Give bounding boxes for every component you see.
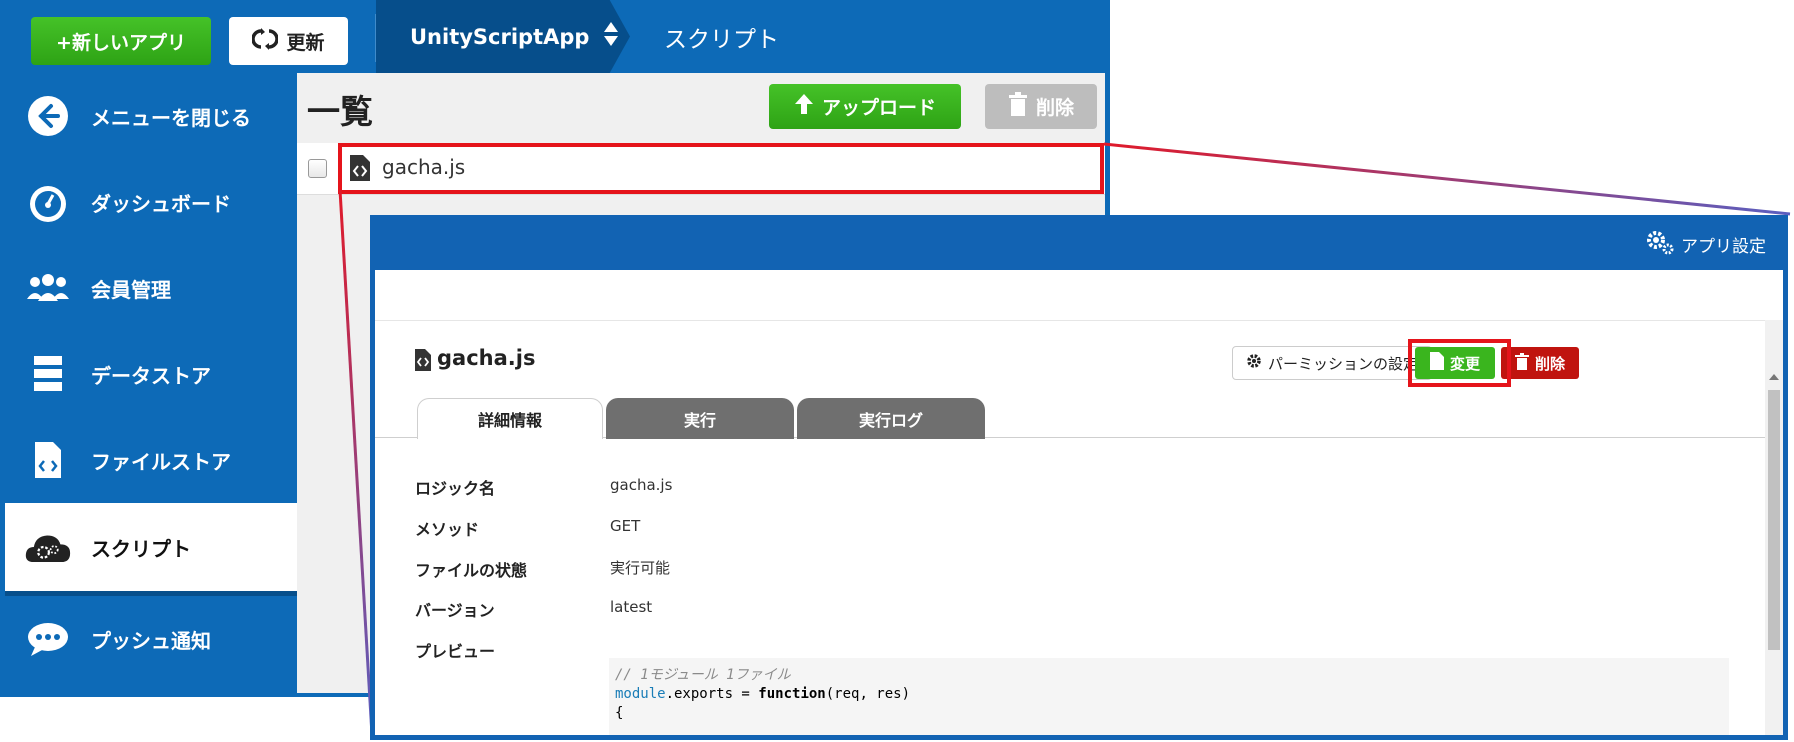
scroll-up-icon[interactable]	[1769, 374, 1779, 380]
scrollbar[interactable]	[1765, 320, 1783, 735]
stage: +新しいアプリ 更新 UnityScriptApp スクリプト メニューを閉じる…	[0, 0, 1794, 742]
scrollbar-thumb[interactable]	[1768, 390, 1780, 650]
tab-bar: 詳細情報 実行 実行ログ	[375, 398, 1765, 439]
code-token: .exports =	[665, 686, 759, 702]
delete-script-button[interactable]: 削除	[1501, 347, 1579, 379]
field-label-version: バージョン	[415, 601, 495, 620]
field-value-file-status: 実行可能	[610, 559, 671, 577]
detail-content: gacha.js パーミッションの設定 削除 変更 詳細情報 実行 実行ログ ロ…	[375, 270, 1783, 735]
delete-label: 削除	[1534, 354, 1565, 373]
js-file-icon	[414, 348, 432, 376]
field-value-method: GET	[610, 517, 641, 535]
permission-label: パーミッションの設定	[1267, 354, 1418, 373]
code-line: module.exports = function(req, res)	[615, 685, 1723, 704]
highlight-box-edit	[1408, 339, 1511, 387]
permission-settings-button[interactable]: パーミッションの設定	[1232, 346, 1432, 380]
gears-icon	[1645, 229, 1675, 260]
code-line: {	[615, 705, 624, 721]
field-value-version: latest	[610, 598, 653, 616]
field-label-logic-name: ロジック名	[415, 479, 496, 498]
field-value-logic-name: gacha.js	[610, 476, 673, 494]
code-line: // 1モジュール 1ファイル	[615, 667, 791, 683]
tab-run[interactable]: 実行	[606, 398, 794, 439]
script-detail-window: アプリ設定 gacha.js パーミッションの設定 削除 変更 詳細情報 実行 …	[370, 215, 1788, 740]
tab-run-log[interactable]: 実行ログ	[797, 398, 985, 439]
divider	[375, 320, 1783, 321]
code-token: module	[615, 686, 666, 702]
field-label-method: メソッド	[415, 520, 480, 539]
detail-file-title: gacha.js	[437, 346, 536, 370]
tab-details[interactable]: 詳細情報	[417, 398, 603, 439]
code-preview: // 1モジュール 1ファイル module.exports = functio…	[609, 658, 1729, 735]
trash-icon	[1514, 352, 1529, 374]
gear-icon	[1246, 353, 1262, 373]
code-token: (req, res)	[825, 686, 911, 702]
app-settings-link[interactable]: アプリ設定	[1645, 229, 1766, 260]
field-label-preview: プレビュー	[415, 642, 496, 661]
code-token: function	[758, 686, 826, 702]
field-label-file-status: ファイルの状態	[415, 561, 528, 580]
app-settings-label: アプリ設定	[1681, 237, 1766, 257]
